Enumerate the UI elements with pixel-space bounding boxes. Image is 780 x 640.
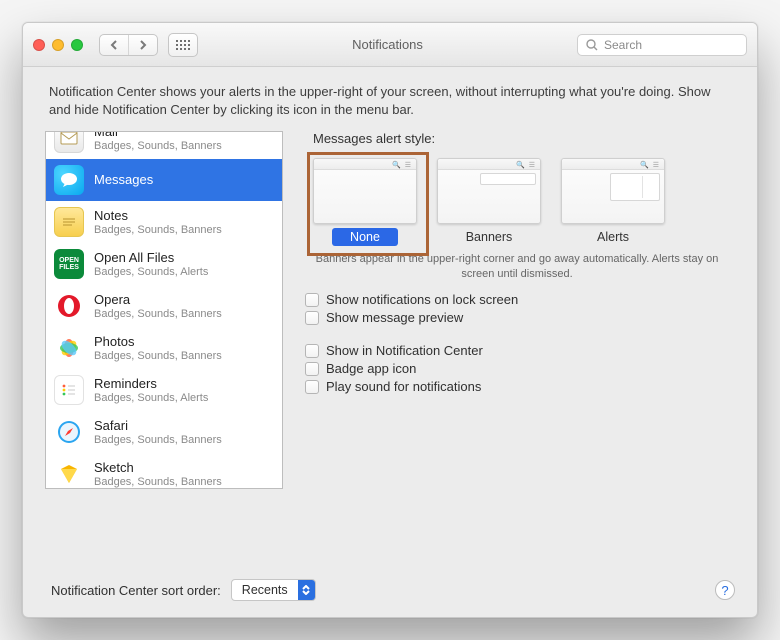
- option-label: Show notifications on lock screen: [326, 292, 518, 307]
- sidebar-item-photos[interactable]: Photos Badges, Sounds, Banners: [46, 327, 282, 369]
- sidebar-item-sub: Badges, Sounds, Banners: [94, 224, 222, 237]
- sidebar-item-sub: Badges, Sounds, Alerts: [94, 266, 208, 279]
- alert-style-banners[interactable]: 🔍 ☰ Banners: [437, 158, 541, 246]
- window-toolbar: Notifications Search: [23, 23, 757, 67]
- sort-order-select[interactable]: Recents: [231, 579, 316, 601]
- stepper-icon: [298, 580, 315, 600]
- option-sound[interactable]: Play sound for notifications: [305, 379, 735, 394]
- alert-style-group: 🔍 ☰ None 🔍 ☰ Banners 🔍 ☰ Alerts: [299, 152, 735, 248]
- sidebar-item-sub: Badges, Sounds, Banners: [94, 140, 222, 153]
- photos-icon: [54, 333, 84, 363]
- chevron-left-icon: [110, 40, 118, 50]
- sidebar-item-label: Safari: [94, 419, 222, 434]
- pane-description: Notification Center shows your alerts in…: [23, 67, 757, 131]
- detail-panel: Messages alert style: 🔍 ☰ None 🔍 ☰ Banne…: [299, 131, 735, 489]
- checkbox[interactable]: [305, 362, 319, 376]
- sidebar-item-sub: Badges, Sounds, Alerts: [94, 392, 208, 405]
- footer: Notification Center sort order: Recents …: [23, 569, 757, 617]
- sketch-icon: [54, 459, 84, 489]
- checkbox[interactable]: [305, 380, 319, 394]
- window-title: Notifications: [208, 37, 567, 52]
- sidebar-item-label: Reminders: [94, 377, 208, 392]
- sidebar-item-safari[interactable]: Safari Badges, Sounds, Banners: [46, 411, 282, 453]
- checkbox[interactable]: [305, 311, 319, 325]
- sidebar-item-sub: Badges, Sounds, Banners: [94, 308, 222, 321]
- sidebar-item-sub: Badges, Sounds, Banners: [94, 476, 222, 489]
- sort-order-value: Recents: [232, 583, 298, 597]
- alert-style-none-preview: 🔍 ☰: [313, 158, 417, 224]
- open-all-files-icon: OPENFILES: [54, 249, 84, 279]
- search-icon: [586, 39, 598, 51]
- sidebar-item-sub: Badges, Sounds, Banners: [94, 350, 222, 363]
- alert-style-heading: Messages alert style:: [313, 131, 735, 146]
- opera-icon: [54, 291, 84, 321]
- zoom-window-button[interactable]: [71, 39, 83, 51]
- help-button[interactable]: ?: [715, 580, 735, 600]
- sidebar-item-label: Notes: [94, 209, 222, 224]
- main-content: Mail Badges, Sounds, Banners Messages: [23, 131, 757, 569]
- option-label: Show message preview: [326, 310, 463, 325]
- search-input[interactable]: Search: [577, 34, 747, 56]
- sidebar-item-label: Open All Files: [94, 251, 208, 266]
- alert-style-banners-preview: 🔍 ☰: [437, 158, 541, 224]
- mail-icon: [54, 131, 84, 153]
- option-label: Badge app icon: [326, 361, 416, 376]
- sidebar-item-opera[interactable]: Opera Badges, Sounds, Banners: [46, 285, 282, 327]
- notes-icon: [54, 207, 84, 237]
- sidebar-item-label: Mail: [94, 131, 222, 139]
- sidebar-item-label: Opera: [94, 293, 222, 308]
- alert-style-label: Alerts: [579, 228, 647, 246]
- option-label: Show in Notification Center: [326, 343, 483, 358]
- checkbox[interactable]: [305, 344, 319, 358]
- nav-back-forward: [99, 34, 158, 56]
- traffic-lights: [33, 39, 83, 51]
- sort-order-label: Notification Center sort order:: [51, 583, 221, 598]
- alert-style-none[interactable]: 🔍 ☰ None: [313, 158, 417, 246]
- preferences-window: { "window": { "title": "Notifications" }…: [22, 22, 758, 618]
- option-label: Play sound for notifications: [326, 379, 481, 394]
- options-group: Show notifications on lock screen Show m…: [299, 292, 735, 394]
- sidebar-item-mail[interactable]: Mail Badges, Sounds, Banners: [46, 131, 282, 159]
- alert-style-hint: Banners appear in the upper-right corner…: [309, 252, 725, 282]
- chevron-right-icon: [139, 40, 147, 50]
- reminders-icon: [54, 375, 84, 405]
- grid-icon: [176, 40, 190, 50]
- sidebar-item-sketch[interactable]: Sketch Badges, Sounds, Banners: [46, 453, 282, 489]
- sidebar-item-notes[interactable]: Notes Badges, Sounds, Banners: [46, 201, 282, 243]
- option-lock-screen[interactable]: Show notifications on lock screen: [305, 292, 735, 307]
- alert-style-alerts-preview: 🔍 ☰: [561, 158, 665, 224]
- app-list[interactable]: Mail Badges, Sounds, Banners Messages: [45, 131, 283, 489]
- sidebar-item-reminders[interactable]: Reminders Badges, Sounds, Alerts: [46, 369, 282, 411]
- show-all-button[interactable]: [168, 33, 198, 57]
- alert-style-label: Banners: [448, 228, 531, 246]
- sidebar-item-open-all-files[interactable]: OPENFILES Open All Files Badges, Sounds,…: [46, 243, 282, 285]
- alert-style-label: None: [332, 228, 398, 246]
- close-window-button[interactable]: [33, 39, 45, 51]
- sidebar-item-label: Sketch: [94, 461, 222, 476]
- sidebar-item-messages[interactable]: Messages: [46, 159, 282, 201]
- safari-icon: [54, 417, 84, 447]
- option-message-preview[interactable]: Show message preview: [305, 310, 735, 325]
- back-button[interactable]: [100, 35, 129, 55]
- sidebar-item-sub: Badges, Sounds, Banners: [94, 434, 222, 447]
- sidebar-item-label: Photos: [94, 335, 222, 350]
- checkbox[interactable]: [305, 293, 319, 307]
- option-badge[interactable]: Badge app icon: [305, 361, 735, 376]
- option-show-in-nc[interactable]: Show in Notification Center: [305, 343, 735, 358]
- search-placeholder: Search: [604, 38, 642, 52]
- minimize-window-button[interactable]: [52, 39, 64, 51]
- alert-style-alerts[interactable]: 🔍 ☰ Alerts: [561, 158, 665, 246]
- sidebar-item-label: Messages: [94, 173, 153, 188]
- forward-button[interactable]: [129, 35, 157, 55]
- messages-icon: [54, 165, 84, 195]
